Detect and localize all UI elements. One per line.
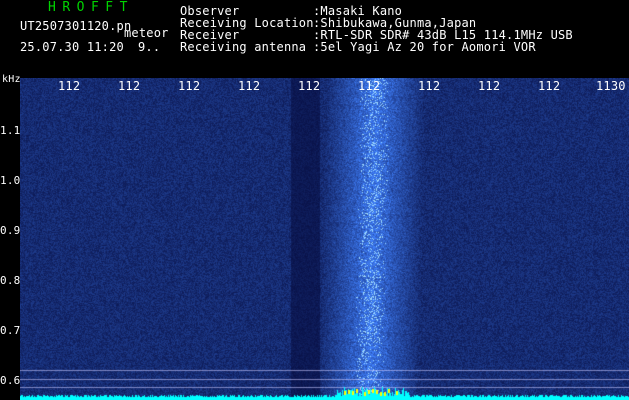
x-tick-label: 112 bbox=[418, 79, 441, 93]
datetime-label: 25.07.30 11:20 bbox=[20, 40, 124, 54]
y-axis-unit: kHz bbox=[2, 74, 21, 85]
spectrogram-canvas bbox=[20, 78, 629, 400]
field-label-antenna: Receiving antenna bbox=[180, 40, 307, 54]
count-label: 9.. bbox=[138, 40, 161, 54]
field-value-antenna: :5el Yagi Az 20 for Aomori VOR bbox=[313, 40, 536, 54]
y-tick-label: 0.9 bbox=[0, 224, 21, 237]
x-tick-label: 112 bbox=[478, 79, 501, 93]
x-tick-label: 112 bbox=[298, 79, 321, 93]
header-panel: HROFFT UT2507301120.pn meteor 25.07.30 1… bbox=[0, 0, 629, 78]
x-tick-label: 1130 bbox=[596, 79, 626, 93]
spectrogram-plot bbox=[20, 78, 629, 400]
app-title: HROFFT bbox=[48, 0, 134, 15]
filename-label: UT2507301120.pn bbox=[20, 19, 132, 33]
x-tick-label: 112 bbox=[58, 79, 81, 93]
meteor-tag: meteor bbox=[124, 26, 169, 40]
x-tick-label: 112 bbox=[538, 79, 561, 93]
x-tick-label: 112 bbox=[178, 79, 201, 93]
x-tick-label: 112 bbox=[118, 79, 141, 93]
y-tick-label: 0.8 bbox=[0, 274, 21, 287]
y-tick-label: 0.6 bbox=[0, 374, 21, 387]
y-tick-label: 0.7 bbox=[0, 324, 21, 337]
x-tick-label: 112 bbox=[358, 79, 381, 93]
y-tick-label: 1.1 bbox=[0, 124, 21, 137]
y-tick-label: 1.0 bbox=[0, 174, 21, 187]
x-tick-label: 112 bbox=[238, 79, 261, 93]
